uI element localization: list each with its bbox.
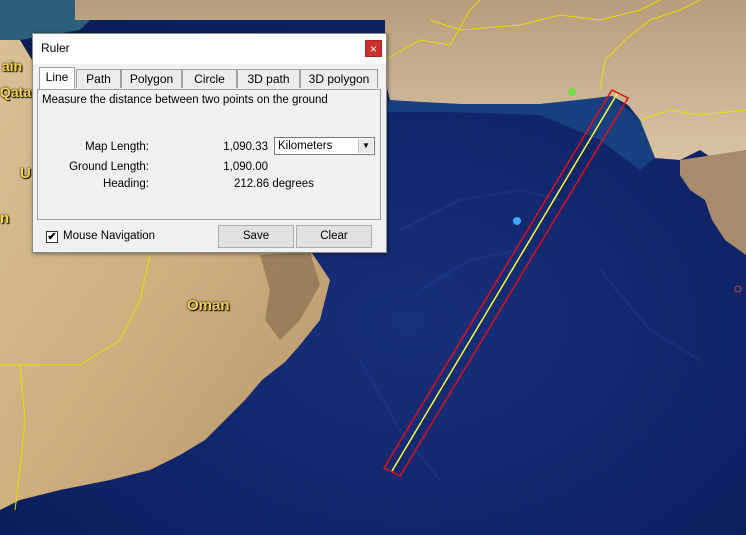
- ground-length-value: 1,090.00: [223, 161, 268, 173]
- panel-description: Measure the distance between two points …: [42, 94, 328, 106]
- map-label-n: n: [0, 210, 10, 227]
- chevron-down-icon[interactable]: ▼: [358, 139, 373, 153]
- ruler-dialog: Ruler × Line Path Polygon Circle 3D path…: [32, 33, 387, 253]
- close-button[interactable]: ×: [365, 40, 382, 57]
- heading-value: 212.86 degrees: [234, 178, 314, 190]
- mouse-navigation-checkbox[interactable]: ✔: [46, 231, 58, 243]
- map-label-oman: Oman: [187, 297, 230, 314]
- tab-polygon[interactable]: Polygon: [121, 69, 182, 88]
- map-label-u: U: [20, 165, 31, 182]
- map-length-label: Map Length:: [85, 141, 149, 153]
- tab-circle[interactable]: Circle: [182, 69, 237, 88]
- line-tab-panel: Measure the distance between two points …: [37, 89, 381, 220]
- map-length-value: 1,090.33: [223, 141, 268, 153]
- tab-3d-path[interactable]: 3D path: [237, 69, 300, 88]
- save-button[interactable]: Save: [218, 225, 294, 248]
- blue-placemark-icon[interactable]: [513, 217, 521, 225]
- map-label-ain: ain: [2, 58, 23, 74]
- unit-select[interactable]: Kilometers ▼: [274, 137, 375, 155]
- close-icon: ×: [369, 42, 377, 56]
- mouse-navigation-label: Mouse Navigation: [63, 230, 156, 242]
- dialog-title: Ruler: [41, 41, 70, 55]
- tab-3d-polygon[interactable]: 3D polygon: [300, 69, 378, 88]
- tab-path[interactable]: Path: [76, 69, 121, 88]
- tab-line[interactable]: Line: [39, 67, 75, 89]
- dialog-titlebar[interactable]: Ruler ×: [33, 34, 386, 64]
- clear-button[interactable]: Clear: [296, 225, 372, 248]
- unit-select-value: Kilometers: [278, 140, 333, 152]
- ground-length-label: Ground Length:: [69, 161, 149, 173]
- checkmark-icon: ✔: [47, 231, 57, 243]
- heading-label: Heading:: [102, 178, 149, 190]
- green-placemark-icon[interactable]: [568, 88, 576, 96]
